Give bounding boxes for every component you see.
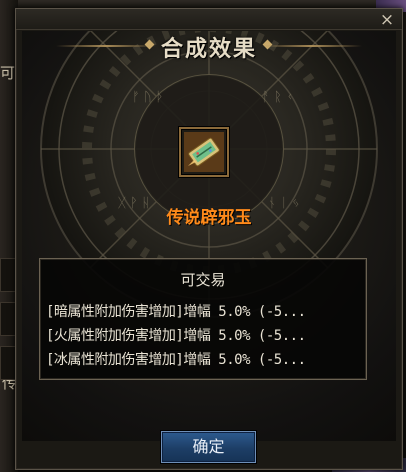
dialog-title-bar [16, 9, 402, 30]
item-info-box: 可交易 [暗属性附加伤害增加]增幅 5.0% (-5... [火属性附加伤害增加… [39, 258, 367, 380]
title-bar: 合成效果 [16, 31, 402, 62]
game-screen: 可 型 传 × [0, 0, 406, 472]
title-ornament-left [56, 45, 156, 47]
svg-text:ᚨ ᚱ ᚲ: ᚨ ᚱ ᚲ [262, 90, 294, 105]
background-text-fragment: 可 [0, 64, 16, 82]
dialog-title: 合成效果 [160, 36, 257, 62]
confirm-button[interactable]: 确定 [161, 431, 256, 463]
attribute-line: [冰属性附加伤害增加]增幅 5.0% (-5... [46, 352, 306, 368]
attribute-line: [火属性附加伤害增加]增幅 5.0% (-5... [46, 328, 306, 344]
item-slot[interactable] [179, 127, 229, 177]
title-ornament-right [262, 45, 362, 47]
item-name: 传说辟邪玉 [166, 208, 252, 228]
close-button[interactable]: × [378, 11, 396, 29]
tradable-label: 可交易 [180, 271, 226, 289]
svg-text:ᚠ ᚢ ᚦ: ᚠ ᚢ ᚦ [132, 90, 164, 105]
attribute-line: [暗属性附加伤害增加]增幅 5.0% (-5... [46, 304, 306, 320]
jade-charm-icon [184, 132, 224, 172]
synthesis-result-dialog: × ᚠ ᚢ ᚦ ᚨ ᚱ ᚲ ᚷ ᚹ ᚺ ᚾ ᛁ ᛃ 合成效果 传说辟邪玉 可交易… [15, 8, 403, 470]
